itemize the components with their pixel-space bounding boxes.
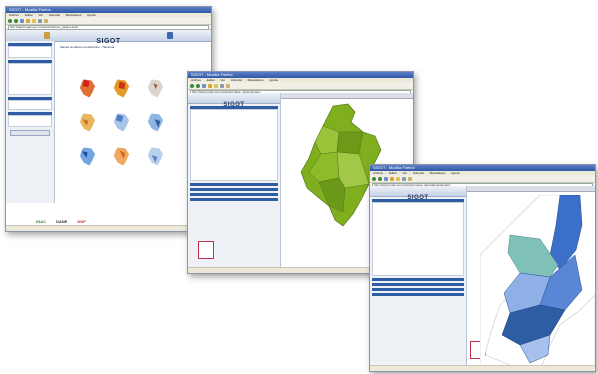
site-banner: SIGOT	[370, 186, 466, 201]
map-thumbnail[interactable]	[112, 111, 131, 133]
panel-body	[8, 46, 52, 58]
panel-header	[190, 183, 278, 186]
mail-icon[interactable]	[226, 83, 230, 88]
forward-icon[interactable]	[378, 176, 382, 181]
map-thumbnail[interactable]	[78, 111, 97, 133]
sidebar: SIGOT	[370, 186, 486, 365]
browser-window-1: SIGOT - Mozilla Firefox Archivo Editar V…	[5, 6, 212, 232]
panel-body	[8, 115, 52, 127]
sponsor-logo: DNP	[77, 218, 86, 224]
map-thumbnail[interactable]	[78, 77, 97, 99]
layer-list[interactable]	[8, 63, 52, 95]
home-icon[interactable]	[390, 176, 394, 181]
print-icon[interactable]	[38, 18, 42, 23]
sidebar	[6, 41, 55, 203]
menu-item[interactable]: Historial	[231, 78, 242, 82]
panel-body	[8, 100, 52, 110]
map-thumbnail[interactable]	[112, 77, 131, 99]
menu-item[interactable]: Ayuda	[87, 13, 95, 17]
url-input[interactable]: http://sigotn.igac.gov.co/sigotn/frames_…	[8, 24, 209, 30]
menu-item[interactable]: Archivo	[373, 171, 383, 175]
forward-icon[interactable]	[196, 83, 200, 88]
menu-item[interactable]: Editar	[207, 78, 215, 82]
site-logo: SIGOT	[407, 195, 429, 201]
back-icon[interactable]	[8, 18, 12, 23]
panel-header	[190, 198, 278, 201]
menu-item[interactable]: Historial	[49, 13, 60, 17]
menu-item[interactable]: Marcadores	[66, 13, 82, 17]
colombia-seal-icon	[44, 32, 50, 39]
sponsor-logo: IGAC	[36, 218, 46, 224]
sponsor-logo: DANE	[56, 218, 68, 224]
panel-header	[372, 288, 464, 291]
menu-item[interactable]: Ver	[403, 171, 408, 175]
map-toolbar	[467, 186, 595, 192]
map-thumbnail[interactable]	[146, 77, 165, 99]
menu-item[interactable]: Ver	[39, 13, 44, 17]
back-icon[interactable]	[190, 83, 194, 88]
panel-header	[190, 193, 278, 196]
overview-map-icon[interactable]	[198, 241, 214, 259]
sponsor-footer: IGAC DANE DNP	[36, 217, 186, 225]
menu-item[interactable]: Ayuda	[269, 78, 277, 82]
reload-icon[interactable]	[202, 83, 206, 88]
menu-item[interactable]: Editar	[389, 171, 397, 175]
panel-header	[190, 188, 278, 191]
panel-header	[372, 293, 464, 296]
menu-item[interactable]: Historial	[413, 171, 424, 175]
print-icon[interactable]	[402, 176, 406, 181]
thumbnail-grid	[76, 75, 196, 205]
back-icon[interactable]	[372, 176, 376, 181]
menu-item[interactable]: Ayuda	[451, 171, 459, 175]
print-icon[interactable]	[220, 83, 224, 88]
panel-header	[372, 283, 464, 286]
browser-window-3: SIGOT - Mozilla Firefox Archivo Editar V…	[369, 164, 596, 372]
home-icon[interactable]	[26, 18, 30, 23]
menu-item[interactable]: Marcadores	[430, 171, 446, 175]
sidebar: SIGOT	[188, 93, 281, 267]
reload-icon[interactable]	[384, 176, 388, 181]
mail-icon[interactable]	[408, 176, 412, 181]
view-map-button[interactable]	[10, 130, 50, 136]
site-logo: SIGOT	[223, 102, 245, 108]
map-thumbnail[interactable]	[78, 145, 97, 167]
query-form[interactable]	[190, 109, 278, 181]
map-thumbnail[interactable]	[146, 111, 165, 133]
forward-icon[interactable]	[14, 18, 18, 23]
site-logo: SIGOT	[96, 38, 121, 45]
igac-logo-icon	[167, 32, 173, 39]
status-bar	[6, 225, 211, 231]
map-thumbnail[interactable]	[146, 145, 165, 167]
bookmark-icon[interactable]	[214, 83, 218, 88]
bookmark-icon[interactable]	[396, 176, 400, 181]
query-form[interactable]	[372, 202, 464, 276]
reload-icon[interactable]	[20, 18, 24, 23]
menu-item[interactable]: Archivo	[9, 13, 19, 17]
menu-item[interactable]: Editar	[25, 13, 33, 17]
menu-item[interactable]: Marcadores	[248, 78, 264, 82]
bookmark-icon[interactable]	[32, 18, 36, 23]
menu-item[interactable]: Archivo	[191, 78, 201, 82]
panel-header	[372, 278, 464, 281]
menu-item[interactable]: Ver	[221, 78, 226, 82]
department-map[interactable]	[480, 195, 595, 371]
home-icon[interactable]	[208, 83, 212, 88]
map-toolbar	[281, 93, 413, 99]
mail-icon[interactable]	[44, 18, 48, 23]
status-bar	[370, 365, 595, 371]
site-banner: SIGOT	[188, 93, 280, 108]
page-heading: Mapas temáticos predefinidos - Nacional	[60, 45, 115, 49]
map-thumbnail[interactable]	[112, 145, 131, 167]
